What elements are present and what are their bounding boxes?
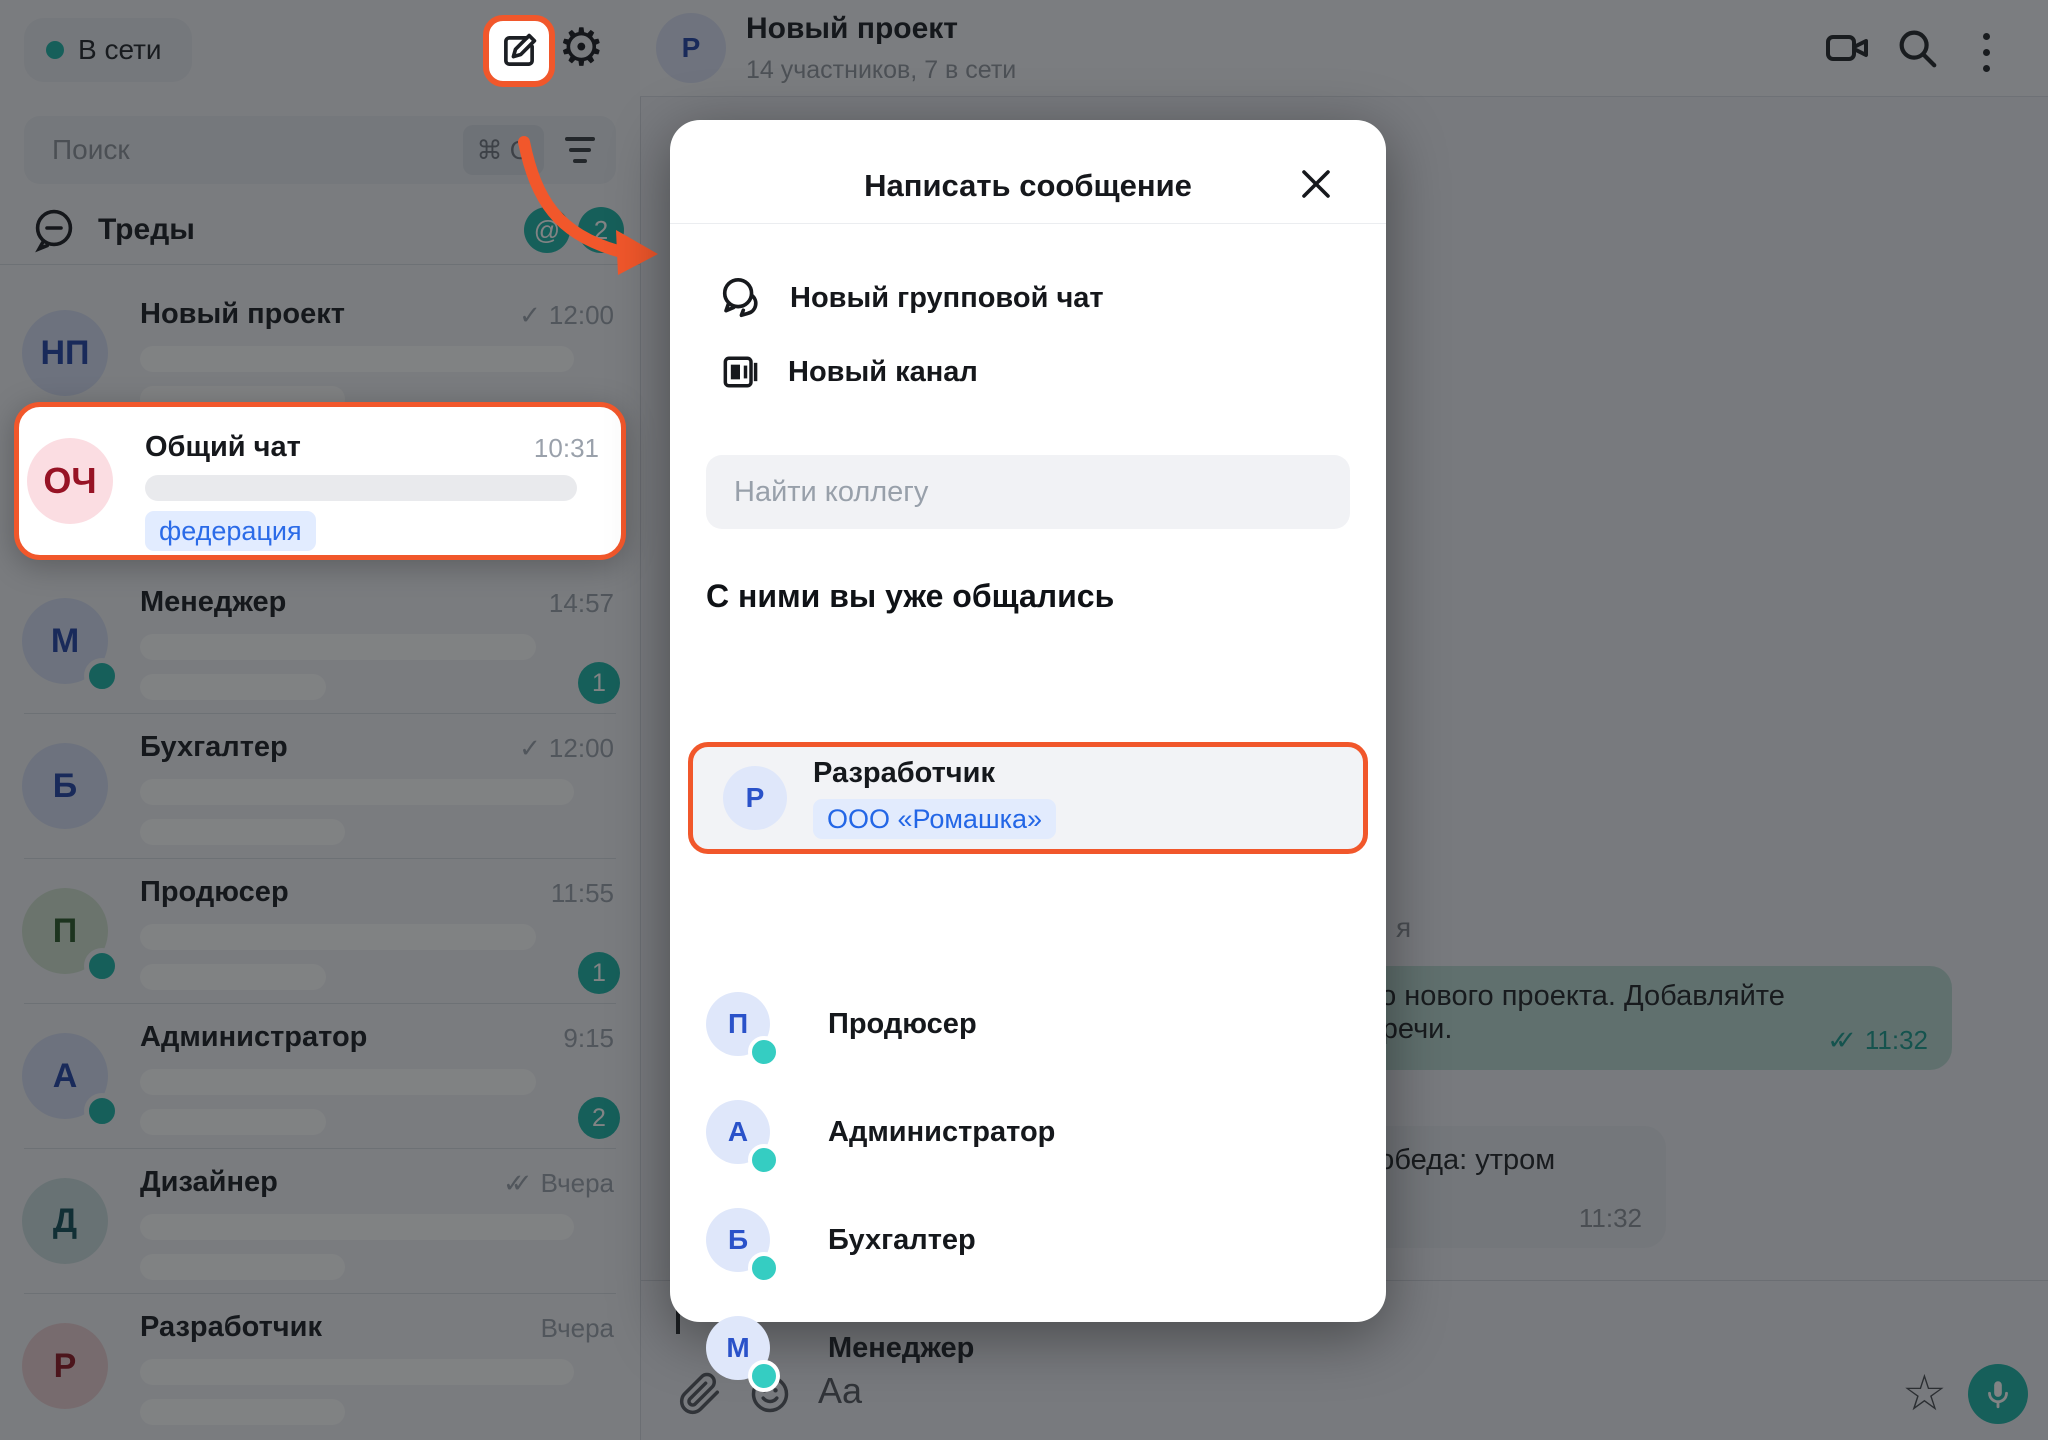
online-dot <box>748 1252 780 1284</box>
compose-modal: Написать сообщение Новый групповой чат <box>670 120 1386 1322</box>
avatar: ОЧ <box>27 438 113 524</box>
compose-button[interactable] <box>483 15 555 87</box>
new-channel-button[interactable]: Новый канал <box>718 342 978 402</box>
contact-item[interactable]: Б Бухгалтер <box>706 1198 1350 1284</box>
colleague-search[interactable] <box>706 455 1350 529</box>
contact-name: Менеджер <box>828 1332 974 1365</box>
online-dot <box>748 1360 780 1392</box>
compose-edit-icon <box>498 30 540 72</box>
chat-title: Общий чат <box>145 431 301 464</box>
chat-list-item-highlighted[interactable]: ОЧ Общий чат 10:31 федерация <box>14 402 626 560</box>
contact-name: Администратор <box>828 1116 1055 1149</box>
new-channel-label: Новый канал <box>788 356 978 389</box>
contact-name: Бухгалтер <box>828 1224 976 1257</box>
contact-name: Разработчик <box>813 757 995 790</box>
modal-title: Написать сообщение <box>670 168 1386 204</box>
new-group-chat-button[interactable]: Новый групповой чат <box>718 268 1104 328</box>
contact-name: Продюсер <box>828 1008 977 1041</box>
contact-item[interactable]: А Администратор <box>706 1090 1350 1176</box>
new-group-chat-label: Новый групповой чат <box>790 282 1104 315</box>
app-window: В сети ⚙ ⌘ G Треды @ 2 <box>0 0 2048 1440</box>
online-dot <box>748 1144 780 1176</box>
close-button[interactable] <box>1286 154 1346 214</box>
contact-item[interactable]: П Продюсер <box>706 982 1350 1068</box>
org-tag: федерация <box>145 511 316 551</box>
online-dot <box>748 1036 780 1068</box>
contact-item-highlighted[interactable]: Р Разработчик ООО «Ромашка» <box>688 742 1368 854</box>
avatar: Р <box>723 766 787 830</box>
org-tag: ООО «Ромашка» <box>813 799 1056 839</box>
contact-item[interactable]: М Менеджер <box>706 1306 1350 1392</box>
divider <box>670 223 1386 224</box>
message-placeholder <box>145 475 577 501</box>
channel-icon <box>718 350 762 394</box>
group-chat-icon <box>718 275 764 321</box>
colleague-search-input[interactable] <box>732 475 1324 510</box>
close-icon <box>1298 166 1334 202</box>
section-title: С ними вы уже общались <box>706 578 1114 615</box>
